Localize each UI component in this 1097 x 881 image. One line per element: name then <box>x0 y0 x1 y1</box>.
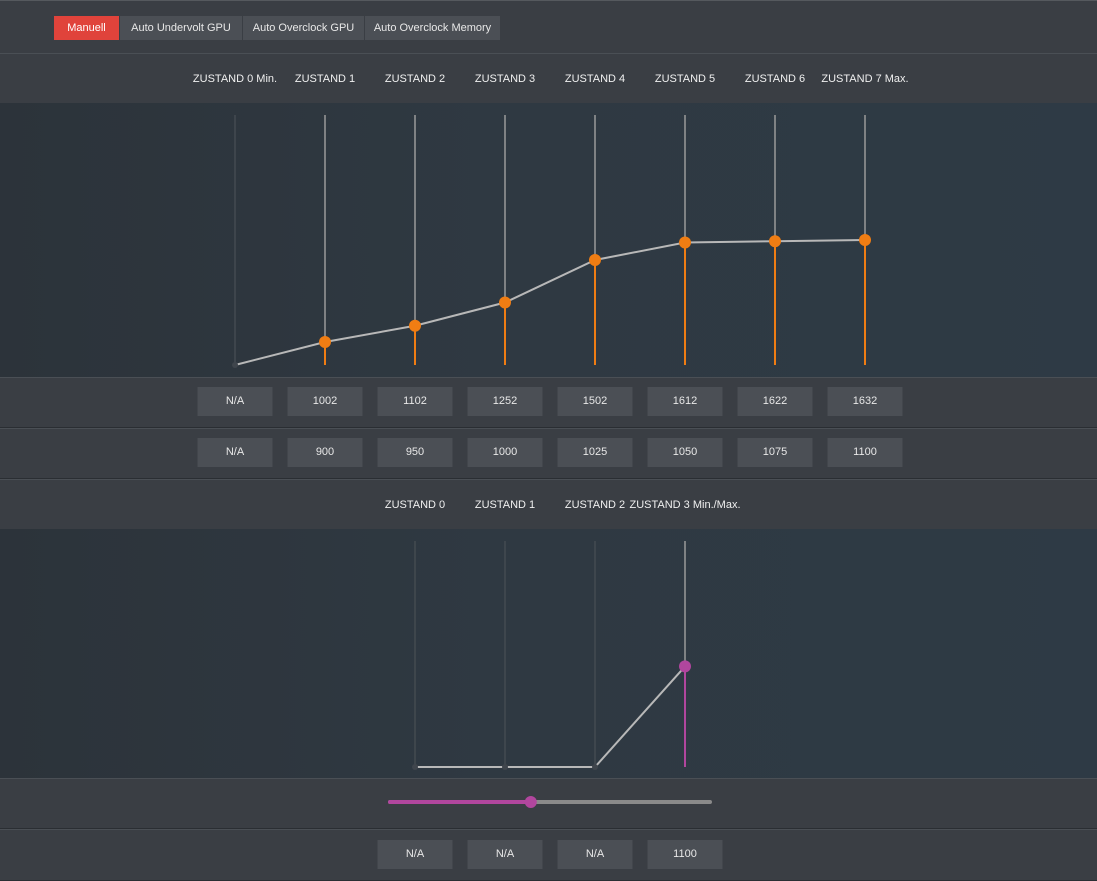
curve-point-handle[interactable] <box>769 235 781 248</box>
memory-state-label: ZUSTAND 0 <box>384 499 446 511</box>
gpu-voltage-field[interactable]: 950 <box>377 438 453 467</box>
memory-state-label: ZUSTAND 3 Min./Max. <box>629 499 741 511</box>
gpu-frequency-curve[interactable] <box>0 103 1097 377</box>
memory-value-field[interactable]: N/A <box>467 840 543 869</box>
curve-point-handle[interactable] <box>502 764 508 770</box>
memory-value-field[interactable]: N/A <box>377 840 453 869</box>
gpu-state-label: ZUSTAND 1 <box>294 73 356 85</box>
memory-value-field[interactable]: 1100 <box>647 840 723 869</box>
gpu-frequency-field[interactable]: 1612 <box>647 387 723 416</box>
gpu-state-label: ZUSTAND 7 Max. <box>821 73 909 85</box>
memory-state-header: ZUSTAND 0 ZUSTAND 1 ZUSTAND 2 ZUSTAND 3 … <box>0 479 1097 530</box>
curve-point-handle[interactable] <box>319 336 331 348</box>
memory-value-field[interactable]: N/A <box>557 840 633 869</box>
gpu-state-header: ZUSTAND 0 Min. ZUSTAND 1 ZUSTAND 2 ZUSTA… <box>0 53 1097 104</box>
gpu-state-label: ZUSTAND 2 <box>384 73 446 85</box>
curve-line <box>234 239 866 366</box>
gpu-frequency-field[interactable]: 1252 <box>467 387 543 416</box>
gpu-frequency-field[interactable]: N/A <box>197 387 273 416</box>
tab-auto-overclock-memory[interactable]: Auto Overclock Memory <box>365 16 501 40</box>
gpu-voltage-field[interactable]: 900 <box>287 438 363 467</box>
gpu-frequency-field[interactable]: 1502 <box>557 387 633 416</box>
gpu-voltage-field[interactable]: N/A <box>197 438 273 467</box>
tab-bar: Manuell Auto Undervolt GPU Auto Overcloc… <box>0 0 1097 54</box>
curve-point-handle[interactable] <box>412 764 418 770</box>
gpu-voltage-field[interactable]: 1000 <box>467 438 543 467</box>
gpu-state-label: ZUSTAND 5 <box>654 73 716 85</box>
curve-point-handle[interactable] <box>232 362 238 368</box>
tab-auto-undervolt-gpu[interactable]: Auto Undervolt GPU <box>120 16 243 40</box>
gpu-state-label: ZUSTAND 3 <box>474 73 536 85</box>
gpu-frequency-field[interactable]: 1102 <box>377 387 453 416</box>
gpu-voltage-row: N/A 900 950 1000 1025 1050 1075 1100 <box>0 428 1097 479</box>
gpu-frequency-row: N/A 1002 1102 1252 1502 1612 1622 1632 <box>0 377 1097 428</box>
curve-point-handle[interactable] <box>679 236 691 249</box>
gpu-voltage-field[interactable]: 1050 <box>647 438 723 467</box>
curve-point-handle[interactable] <box>592 764 598 770</box>
curve-line <box>415 665 686 768</box>
memory-frequency-curve[interactable] <box>0 529 1097 778</box>
gpu-voltage-field[interactable]: 1025 <box>557 438 633 467</box>
curve-point-handle[interactable] <box>589 254 601 266</box>
memory-value-row: N/A N/A N/A 1100 <box>0 829 1097 881</box>
memory-state-label: ZUSTAND 1 <box>474 499 536 511</box>
gpu-frequency-field[interactable]: 1632 <box>827 387 903 416</box>
memory-slider[interactable] <box>0 778 1097 827</box>
curve-point-handle[interactable] <box>679 660 691 673</box>
curve-point-handle[interactable] <box>499 296 511 309</box>
slider-handle[interactable] <box>524 796 537 808</box>
curve-point-handle[interactable] <box>859 234 871 246</box>
tab-auto-overclock-gpu[interactable]: Auto Overclock GPU <box>243 16 365 40</box>
gpu-voltage-field[interactable]: 1075 <box>737 438 813 467</box>
memory-state-label: ZUSTAND 2 <box>564 499 626 511</box>
gpu-state-label: ZUSTAND 4 <box>564 73 626 85</box>
tab-manuell[interactable]: Manuell <box>54 16 120 40</box>
curve-point-handle[interactable] <box>409 319 421 332</box>
gpu-frequency-field[interactable]: 1622 <box>737 387 813 416</box>
gpu-state-label: ZUSTAND 6 <box>744 73 806 85</box>
gpu-voltage-field[interactable]: 1100 <box>827 438 903 467</box>
gpu-frequency-field[interactable]: 1002 <box>287 387 363 416</box>
gpu-state-label: ZUSTAND 0 Min. <box>192 73 278 85</box>
